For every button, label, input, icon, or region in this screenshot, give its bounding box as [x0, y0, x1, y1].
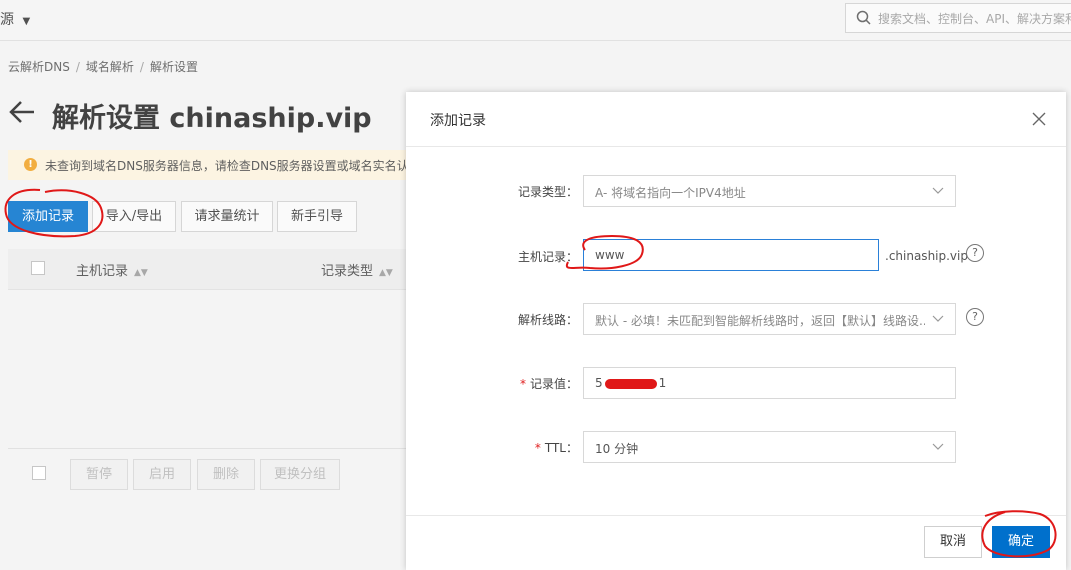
dialog-title: 添加记录 [430, 113, 486, 129]
dialog-header-divider [406, 146, 1066, 147]
host-record-value: www [595, 248, 625, 262]
add-record-dialog: 添加记录 记录类型： A- 将域名指向一个IPV4地址 主机记录： www .c… [406, 92, 1066, 570]
record-value-text: 51 [595, 376, 666, 390]
cancel-button[interactable]: 取消 [924, 526, 982, 558]
record-type-label: 记录类型： [517, 185, 578, 199]
help-icon[interactable]: ? [966, 244, 984, 262]
host-record-input[interactable]: www [583, 239, 879, 271]
ttl-value: 10 分钟 [595, 442, 639, 456]
redaction-mark [604, 378, 657, 389]
resolution-line-select[interactable]: 默认 - 必填！未匹配到智能解析线路时，返回【默认】线路设... [583, 303, 956, 335]
close-icon[interactable] [1030, 110, 1048, 128]
domain-suffix: .chinaship.vip [885, 249, 968, 263]
ttl-label: * TTL： [535, 439, 578, 456]
chevron-down-icon [932, 315, 944, 322]
confirm-button[interactable]: 确定 [992, 526, 1050, 558]
required-marker: * [534, 441, 541, 455]
record-value-prefix: 5 [595, 376, 603, 390]
record-value-label: * 记录值： [520, 375, 578, 392]
record-type-value: A- 将域名指向一个IPV4地址 [595, 186, 746, 200]
record-value-suffix: 1 [658, 376, 667, 390]
ttl-select[interactable]: 10 分钟 [583, 431, 956, 463]
required-marker: * [519, 377, 526, 391]
host-record-label: 主机记录： [517, 250, 578, 264]
ttl-label-text: TTL： [544, 441, 578, 455]
record-value-label-text: 记录值： [529, 377, 578, 391]
chevron-down-icon [932, 443, 944, 450]
resolution-line-value: 默认 - 必填！未匹配到智能解析线路时，返回【默认】线路设... [595, 314, 925, 328]
resolution-line-label: 解析线路： [517, 313, 578, 327]
record-type-select[interactable]: A- 将域名指向一个IPV4地址 [583, 175, 956, 207]
chevron-down-icon [932, 187, 944, 194]
dialog-footer-divider [406, 515, 1066, 516]
help-icon[interactable]: ? [966, 308, 984, 326]
record-value-input[interactable]: 51 [583, 367, 956, 399]
